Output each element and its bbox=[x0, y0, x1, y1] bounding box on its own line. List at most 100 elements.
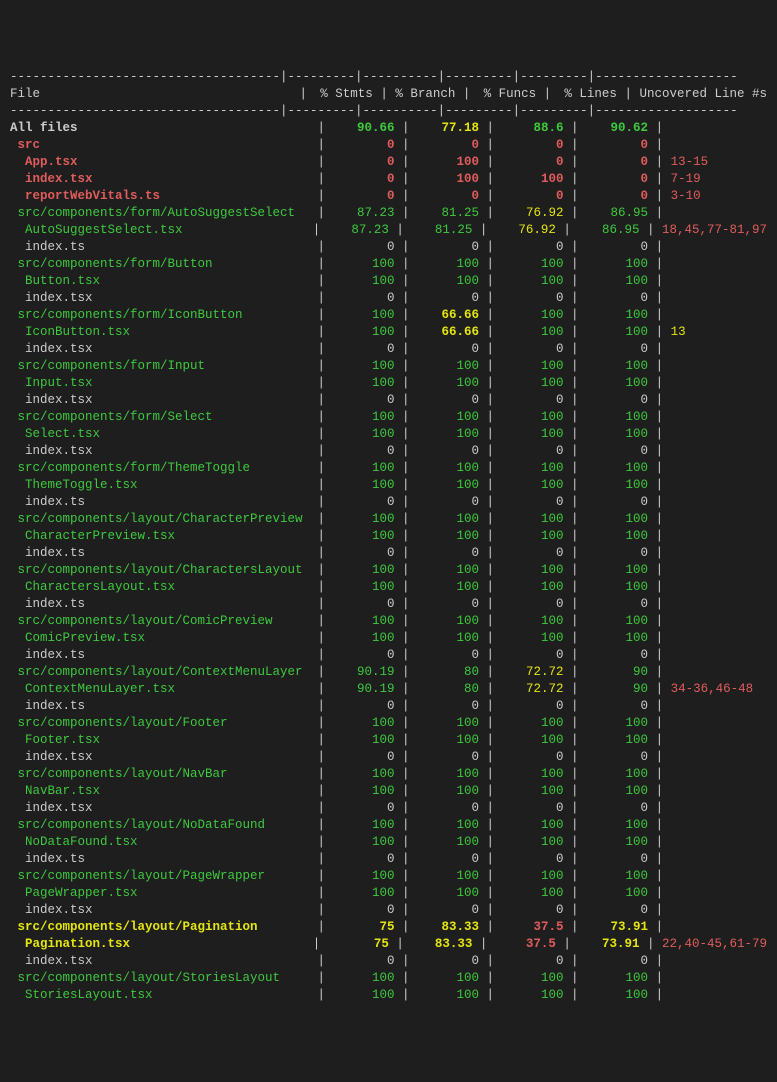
coverage-row: src/components/form/Input | 100 | 100 | … bbox=[10, 358, 767, 375]
stmts-pct: 87.23 bbox=[328, 222, 389, 239]
funcs-pct: 100 bbox=[502, 562, 564, 579]
stmts-pct: 0 bbox=[333, 647, 395, 664]
stmts-pct: 90.19 bbox=[333, 664, 395, 681]
branch-pct: 100 bbox=[417, 375, 479, 392]
stmts-pct: 0 bbox=[333, 953, 395, 970]
lines-pct: 100 bbox=[586, 511, 648, 528]
coverage-row: index.tsx | 0 | 0 | 0 | 0 | bbox=[10, 392, 767, 409]
file-name: index.tsx bbox=[10, 290, 310, 307]
funcs-pct: 0 bbox=[502, 902, 564, 919]
coverage-row: src/components/form/ThemeToggle | 100 | … bbox=[10, 460, 767, 477]
coverage-row: index.tsx | 0 | 0 | 0 | 0 | bbox=[10, 341, 767, 358]
coverage-row: src/components/layout/CharacterPreview |… bbox=[10, 511, 767, 528]
file-name: Select.tsx bbox=[10, 426, 310, 443]
coverage-row: src/components/layout/NoDataFound | 100 … bbox=[10, 817, 767, 834]
coverage-row: ComicPreview.tsx | 100 | 100 | 100 | 100… bbox=[10, 630, 767, 647]
funcs-pct: 100 bbox=[502, 460, 564, 477]
funcs-pct: 100 bbox=[502, 970, 564, 987]
coverage-row: AutoSuggestSelect.tsx | 87.23 | 81.25 | … bbox=[10, 222, 767, 239]
lines-pct: 0 bbox=[586, 392, 648, 409]
stmts-pct: 75 bbox=[328, 936, 389, 953]
divider: ------------------------------------|---… bbox=[10, 103, 768, 120]
branch-pct: 0 bbox=[417, 392, 479, 409]
stmts-pct: 100 bbox=[333, 885, 395, 902]
stmts-pct: 0 bbox=[333, 290, 395, 307]
stmts-pct: 100 bbox=[333, 477, 395, 494]
stmts-pct: 0 bbox=[333, 698, 395, 715]
file-name: ContextMenuLayer.tsx bbox=[10, 681, 310, 698]
branch-pct: 100 bbox=[417, 783, 479, 800]
branch-pct: 83.33 bbox=[411, 936, 472, 953]
branch-pct: 100 bbox=[417, 715, 479, 732]
branch-pct: 100 bbox=[417, 528, 479, 545]
branch-pct: 100 bbox=[417, 154, 479, 171]
branch-pct: 66.66 bbox=[417, 324, 479, 341]
lines-pct: 0 bbox=[586, 749, 648, 766]
coverage-row: src/components/layout/ContextMenuLayer |… bbox=[10, 664, 767, 681]
lines-pct: 100 bbox=[586, 613, 648, 630]
coverage-row: src/components/layout/PageWrapper | 100 … bbox=[10, 868, 767, 885]
branch-pct: 100 bbox=[417, 273, 479, 290]
file-name: src/components/layout/CharacterPreview bbox=[10, 511, 310, 528]
funcs-pct: 100 bbox=[502, 528, 564, 545]
lines-pct: 100 bbox=[586, 375, 648, 392]
funcs-pct: 100 bbox=[502, 834, 564, 851]
branch-pct: 0 bbox=[417, 749, 479, 766]
branch-pct: 100 bbox=[417, 511, 479, 528]
uncovered-lines: 22,40-45,61-79 bbox=[662, 936, 767, 953]
branch-pct: 100 bbox=[417, 970, 479, 987]
funcs-pct: 0 bbox=[502, 341, 564, 358]
lines-pct: 100 bbox=[586, 307, 648, 324]
lines-pct: 0 bbox=[586, 902, 648, 919]
stmts-pct: 0 bbox=[333, 596, 395, 613]
stmts-pct: 75 bbox=[333, 919, 395, 936]
coverage-row: Input.tsx | 100 | 100 | 100 | 100 | bbox=[10, 375, 767, 392]
coverage-row: StoriesLayout.tsx | 100 | 100 | 100 | 10… bbox=[10, 987, 767, 1004]
file-name: index.tsx bbox=[10, 341, 310, 358]
lines-pct: 0 bbox=[586, 545, 648, 562]
file-name: src/components/form/ThemeToggle bbox=[10, 460, 310, 477]
branch-pct: 0 bbox=[417, 953, 479, 970]
file-name: src/components/form/Button bbox=[10, 256, 310, 273]
stmts-pct: 100 bbox=[333, 511, 395, 528]
lines-pct: 100 bbox=[586, 358, 648, 375]
stmts-pct: 100 bbox=[333, 817, 395, 834]
lines-pct: 100 bbox=[586, 783, 648, 800]
funcs-pct: 0 bbox=[502, 392, 564, 409]
uncovered-lines: 34-36,46-48 bbox=[671, 681, 754, 698]
coverage-row: Button.tsx | 100 | 100 | 100 | 100 | bbox=[10, 273, 767, 290]
coverage-row: index.ts | 0 | 0 | 0 | 0 | bbox=[10, 596, 767, 613]
branch-pct: 0 bbox=[417, 443, 479, 460]
branch-pct: 100 bbox=[417, 613, 479, 630]
header-lines: % Lines bbox=[559, 86, 617, 103]
lines-pct: 86.95 bbox=[586, 205, 648, 222]
lines-pct: 100 bbox=[586, 477, 648, 494]
file-name: src/components/layout/Pagination bbox=[10, 919, 310, 936]
file-name: index.tsx bbox=[10, 171, 310, 188]
file-name: index.tsx bbox=[10, 953, 310, 970]
coverage-row: index.tsx | 0 | 0 | 0 | 0 | bbox=[10, 290, 767, 307]
uncovered-lines: 13-15 bbox=[671, 154, 709, 171]
funcs-pct: 0 bbox=[502, 188, 564, 205]
header-funcs: % Funcs bbox=[478, 86, 536, 103]
stmts-pct: 100 bbox=[333, 528, 395, 545]
funcs-pct: 0 bbox=[502, 596, 564, 613]
lines-pct: 0 bbox=[586, 596, 648, 613]
stmts-pct: 100 bbox=[333, 766, 395, 783]
funcs-pct: 100 bbox=[502, 868, 564, 885]
branch-pct: 100 bbox=[417, 766, 479, 783]
lines-pct: 0 bbox=[586, 851, 648, 868]
file-name: src bbox=[10, 137, 310, 154]
uncovered-lines: 3-10 bbox=[671, 188, 701, 205]
funcs-pct: 100 bbox=[502, 732, 564, 749]
coverage-row: Select.tsx | 100 | 100 | 100 | 100 | bbox=[10, 426, 767, 443]
header-file: File bbox=[10, 86, 292, 103]
branch-pct: 0 bbox=[417, 545, 479, 562]
branch-pct: 77.18 bbox=[417, 120, 479, 137]
branch-pct: 0 bbox=[417, 698, 479, 715]
branch-pct: 100 bbox=[417, 426, 479, 443]
branch-pct: 83.33 bbox=[417, 919, 479, 936]
coverage-row: index.ts | 0 | 0 | 0 | 0 | bbox=[10, 851, 767, 868]
branch-pct: 0 bbox=[417, 494, 479, 511]
branch-pct: 100 bbox=[417, 817, 479, 834]
